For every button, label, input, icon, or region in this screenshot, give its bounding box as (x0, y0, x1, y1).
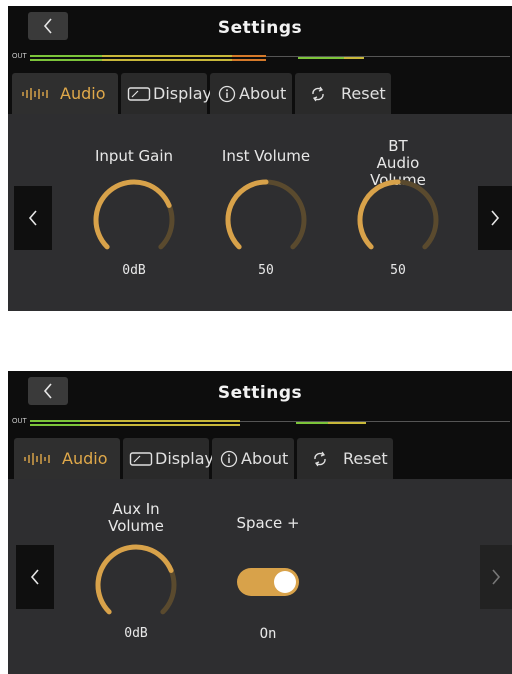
meter-bar-bottom-orange (232, 59, 266, 61)
meter-bar-right-yellow (328, 422, 366, 424)
knob-value: 0dB (124, 626, 148, 641)
knob-aux-in-volume[interactable]: Aux In Volume 0dB (82, 479, 190, 669)
meter-bar-top-green (30, 55, 102, 57)
knob-level-arc (357, 179, 401, 250)
tab-reset[interactable]: Reset (295, 73, 391, 114)
knob-level-arc (95, 544, 174, 615)
settings-screen-audio-page-2: Settings OUT Audio Display About Reset A… (8, 371, 512, 674)
header-bar: Settings (8, 6, 512, 46)
output-level-meter: OUT (8, 411, 512, 435)
tab-audio[interactable]: Audio (14, 438, 120, 479)
chevron-left-icon (28, 210, 37, 226)
meter-bar-bottom-yellow (80, 424, 240, 426)
audio-settings-content: Input Gain 0dB Inst Volume 50 BT Audio V… (8, 114, 512, 311)
knob-dial (95, 544, 177, 615)
tab-display[interactable]: Display (123, 438, 214, 479)
settings-screen-audio-page-1: Settings OUT Audio Display About Reset I… (8, 6, 512, 311)
header-bar: Settings (8, 371, 512, 411)
meter-bar-right-yellow (344, 57, 364, 59)
knob-value: 50 (258, 263, 274, 278)
page-title: Settings (217, 383, 303, 403)
tab-about-label: About (239, 84, 287, 103)
prev-page-button[interactable] (14, 186, 52, 250)
knob-label: Inst Volume (221, 147, 311, 165)
meter-bar-bottom-green (30, 424, 80, 426)
knob-dial (93, 179, 175, 250)
prev-page-button[interactable] (16, 545, 54, 609)
page-title: Settings (217, 18, 303, 38)
info-icon (218, 85, 236, 103)
meter-bar-bottom-green (30, 59, 102, 61)
knob-inst-volume[interactable]: Inst Volume 50 (212, 114, 320, 304)
meter-bar-bottom-yellow (102, 59, 232, 61)
space-plus-setting: Space + On (214, 479, 322, 669)
next-page-button[interactable] (478, 186, 512, 250)
tab-display-label: Display (153, 84, 212, 103)
knob-label: Aux In Volume (108, 500, 164, 535)
display-icon (127, 86, 151, 102)
reset-arrows-icon (311, 450, 329, 468)
meter-label: OUT (12, 418, 27, 425)
tab-about[interactable]: About (210, 73, 292, 114)
knob-bt-audio-volume[interactable]: BT Audio Volume 50 (344, 114, 452, 304)
tab-audio[interactable]: Audio (12, 73, 118, 114)
space-plus-toggle[interactable] (237, 568, 299, 596)
knob-value: 50 (390, 263, 406, 278)
meter-bar-top-orange (232, 55, 266, 57)
meter-bar-top-yellow (80, 420, 240, 422)
knob-level-arc (93, 179, 172, 250)
tab-reset-label: Reset (343, 449, 388, 468)
output-level-meter: OUT (8, 46, 512, 70)
knob-dial (225, 179, 307, 250)
next-page-button[interactable] (480, 545, 512, 609)
knob-level-arc (225, 179, 269, 250)
knob-dial (357, 179, 439, 250)
tab-about-label: About (241, 449, 289, 468)
tab-audio-label: Audio (60, 84, 106, 103)
meter-bar-top-yellow (102, 55, 232, 57)
knob-input-gain[interactable]: Input Gain 0dB (80, 114, 188, 304)
meter-label: OUT (12, 53, 27, 60)
chevron-left-icon (30, 569, 39, 585)
display-icon (129, 451, 153, 467)
info-icon (220, 450, 238, 468)
tab-bar: Audio Display About Reset (8, 70, 512, 114)
tab-display-label: Display (155, 449, 214, 468)
tab-about[interactable]: About (212, 438, 294, 479)
reset-arrows-icon (309, 85, 327, 103)
tab-bar: Audio Display About Reset (8, 435, 512, 479)
audio-settings-content: Aux In Volume 0dB Space + On (8, 479, 512, 674)
audio-waveform-icon (20, 86, 54, 102)
tab-audio-label: Audio (62, 449, 108, 468)
meter-bar-top-green (30, 420, 80, 422)
toggle-value: On (259, 626, 277, 642)
knob-label: Input Gain (94, 147, 174, 165)
tab-display[interactable]: Display (121, 73, 212, 114)
meter-bar-right-green (296, 422, 328, 424)
meter-bar-right-green (298, 57, 344, 59)
chevron-right-icon (492, 569, 501, 585)
tab-reset[interactable]: Reset (297, 438, 393, 479)
chevron-right-icon (491, 210, 500, 226)
tab-reset-label: Reset (341, 84, 386, 103)
audio-waveform-icon (22, 451, 56, 467)
toggle-thumb (274, 571, 296, 593)
knob-value: 0dB (122, 263, 146, 278)
toggle-label: Space + (236, 514, 300, 532)
